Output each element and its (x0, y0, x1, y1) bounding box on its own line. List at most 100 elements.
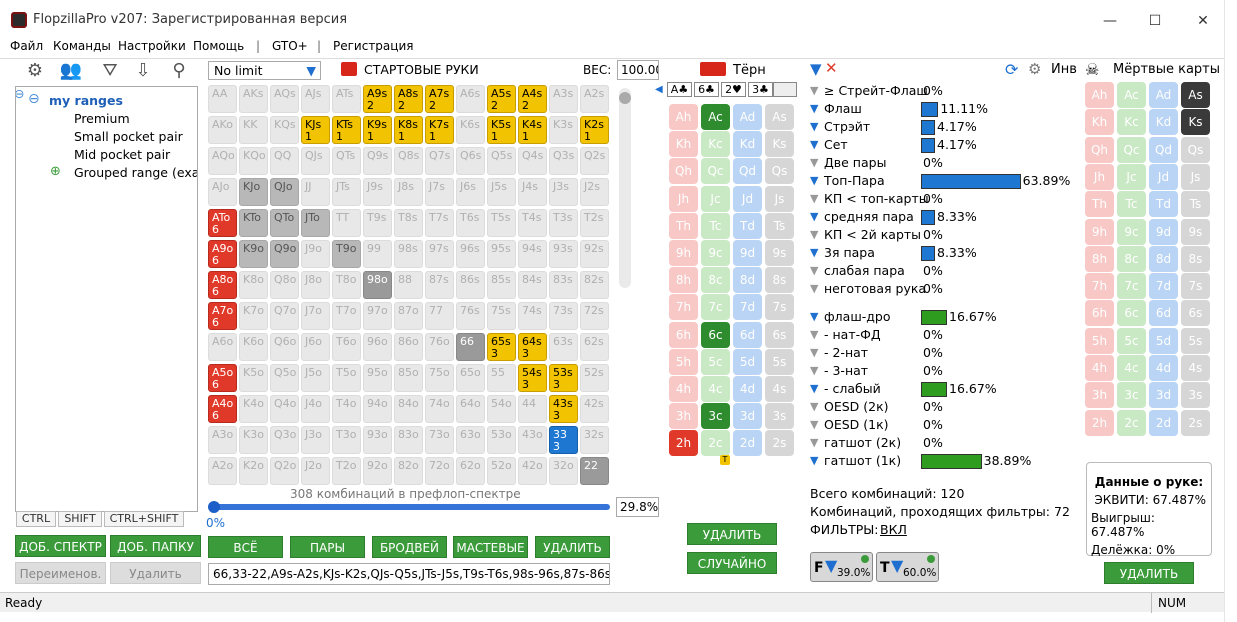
turn-card-9h[interactable]: 9h (669, 240, 698, 266)
dead-card-6h[interactable]: 6h (1085, 300, 1114, 327)
add-spectrum-button[interactable]: ДОБ. СПЕКТР (15, 535, 106, 557)
dead-card-Td[interactable]: Td (1149, 191, 1178, 218)
turn-card-4d[interactable]: 4d (733, 376, 762, 402)
hand-cell-32s[interactable]: 32s (580, 426, 609, 454)
dead-card-4h[interactable]: 4h (1085, 355, 1114, 381)
turn-card-2d[interactable]: 2d (733, 430, 762, 457)
limit-select[interactable]: No limit ▼ (208, 61, 321, 80)
hand-cell-J4s[interactable]: J4s (518, 178, 547, 206)
hand-cell-87o[interactable]: 87o (394, 302, 423, 330)
turn-card-Jd[interactable]: Jd (733, 185, 762, 212)
hand-cell-93s[interactable]: 93s (549, 240, 578, 268)
hand-cell-94o[interactable]: 94o (363, 395, 392, 423)
import-icon[interactable]: ⇩ (130, 60, 156, 84)
hand-cell-75o[interactable]: 75o (425, 364, 454, 392)
weight-input[interactable]: 100.00 (617, 60, 659, 80)
hand-cell-T4o[interactable]: T4o (332, 395, 361, 423)
turn-random-button[interactable]: СЛУЧАЙНО (687, 552, 777, 574)
turn-card-3d[interactable]: 3d (733, 403, 762, 430)
hand-cell-K7o[interactable]: K7o (239, 302, 268, 330)
filter-icon[interactable]: ▼ (810, 192, 818, 205)
hand-cell-96s[interactable]: 96s (456, 240, 485, 268)
range-slider[interactable] (210, 504, 610, 510)
hand-cell-76o[interactable]: 76o (425, 333, 454, 361)
users-icon[interactable]: 👥 (58, 60, 84, 84)
filter-icon[interactable]: ▼ (810, 382, 818, 395)
dead-card-2d[interactable]: 2d (1149, 409, 1178, 436)
dead-card-7d[interactable]: 7d (1149, 273, 1178, 300)
hand-cell-43o[interactable]: 43o (518, 426, 547, 454)
hand-cell-76s[interactable]: 76s (456, 302, 485, 330)
turn-card-8c[interactable]: 8c (701, 267, 730, 294)
suited-button[interactable]: МАСТЕВЫЕ (453, 536, 528, 558)
hand-cell-AJo[interactable]: AJo (208, 178, 237, 206)
rename-button[interactable]: Переименов. (15, 562, 106, 584)
hand-cell-J6o[interactable]: J6o (301, 333, 330, 361)
hand-cell-T6s[interactable]: T6s (456, 209, 485, 237)
tree-item-small-pocket[interactable]: Small pocket pair (74, 129, 183, 144)
dead-card-Ad[interactable]: Ad (1149, 82, 1178, 108)
turn-card-Qc[interactable]: Qc (701, 158, 730, 185)
dead-card-5d[interactable]: 5d (1149, 327, 1178, 354)
hand-cell-J8s[interactable]: J8s (394, 178, 423, 206)
hand-cell-T6o[interactable]: T6o (332, 333, 361, 361)
turn-card-7s[interactable]: 7s (765, 294, 794, 321)
dead-card-7s[interactable]: 7s (1181, 273, 1210, 300)
hand-cell-Q2o[interactable]: Q2o (270, 457, 299, 485)
turn-card-6c[interactable]: 6c (701, 321, 730, 348)
filter-icon[interactable]: ▼ (810, 138, 818, 151)
hand-cell-95s[interactable]: 95s (487, 240, 516, 268)
hand-cell-84s[interactable]: 84s (518, 271, 547, 299)
dead-card-Jh[interactable]: Jh (1085, 163, 1114, 190)
delete-range-button[interactable]: Удалить (110, 562, 201, 584)
hand-cell-83s[interactable]: 83s (549, 271, 578, 299)
hand-cell-K9s[interactable]: K9s 1 (363, 116, 392, 144)
turn-card-Kc[interactable]: Kc (701, 131, 730, 158)
hand-cell-A9s[interactable]: A9s 2 (363, 85, 392, 113)
hand-cell-55[interactable]: 55 (487, 364, 516, 392)
flop-filter-button[interactable]: F ▼ 39.0% (810, 552, 873, 582)
hand-cell-J3o[interactable]: J3o (301, 426, 330, 454)
hand-cell-QTo[interactable]: QTo (270, 209, 299, 237)
hand-cell-74o[interactable]: 74o (425, 395, 454, 423)
turn-card-Tc[interactable]: Tc (701, 212, 730, 239)
hand-cell-T7o[interactable]: T7o (332, 302, 361, 330)
dead-card-Jd[interactable]: Jd (1149, 163, 1178, 190)
hand-cell-KJo[interactable]: KJo (239, 178, 268, 206)
hand-cell-QJo[interactable]: QJo (270, 178, 299, 206)
dead-card-Ks[interactable]: Ks (1181, 109, 1210, 136)
tree-item-mid-pocket[interactable]: Mid pocket pair (74, 147, 170, 162)
dead-card-7h[interactable]: 7h (1085, 273, 1114, 300)
hand-cell-65o[interactable]: 65o (456, 364, 485, 392)
dead-card-6s[interactable]: 6s (1181, 300, 1210, 327)
hand-cell-A7o[interactable]: A7o 6 (208, 302, 237, 330)
turn-card-7h[interactable]: 7h (669, 294, 698, 321)
ctrl-key[interactable]: CTRL (16, 511, 56, 527)
expand-icon[interactable]: ⊕ (50, 164, 61, 179)
hand-cell-T2o[interactable]: T2o (332, 457, 361, 485)
all-button[interactable]: ВСЁ (208, 536, 283, 558)
turn-card-3h[interactable]: 3h (669, 403, 698, 430)
hand-cell-T9s[interactable]: T9s (363, 209, 392, 237)
gear-icon[interactable]: ⚙ (22, 60, 48, 84)
menu-commands[interactable]: Команды (53, 39, 111, 53)
dead-card-8h[interactable]: 8h (1085, 245, 1114, 272)
turn-card-5h[interactable]: 5h (669, 348, 698, 375)
hand-cell-A6s[interactable]: A6s (456, 85, 485, 113)
filter-icon[interactable]: ▼ (810, 328, 818, 341)
hand-cell-77[interactable]: 77 (425, 302, 454, 330)
hand-cell-A7s[interactable]: A7s 2 (425, 85, 454, 113)
dead-delete-button[interactable]: УДАЛИТЬ (1104, 562, 1194, 584)
ctrl-shift-key[interactable]: CTRL+SHIFT (104, 511, 184, 527)
hand-cell-T4s[interactable]: T4s (518, 209, 547, 237)
hand-cell-KJs[interactable]: KJs 1 (301, 116, 330, 144)
filters-toggle[interactable]: ВКЛ (880, 522, 907, 537)
hand-cell-J2s[interactable]: J2s (580, 178, 609, 206)
turn-card-5c[interactable]: 5c (701, 348, 730, 375)
turn-card-Th[interactable]: Th (669, 212, 698, 239)
hand-cell-66[interactable]: 66 (456, 333, 485, 361)
dead-card-3s[interactable]: 3s (1181, 382, 1210, 409)
dead-card-2c[interactable]: 2c (1117, 409, 1146, 436)
dead-card-Qs[interactable]: Qs (1181, 136, 1210, 163)
hand-cell-A8s[interactable]: A8s 2 (394, 85, 423, 113)
